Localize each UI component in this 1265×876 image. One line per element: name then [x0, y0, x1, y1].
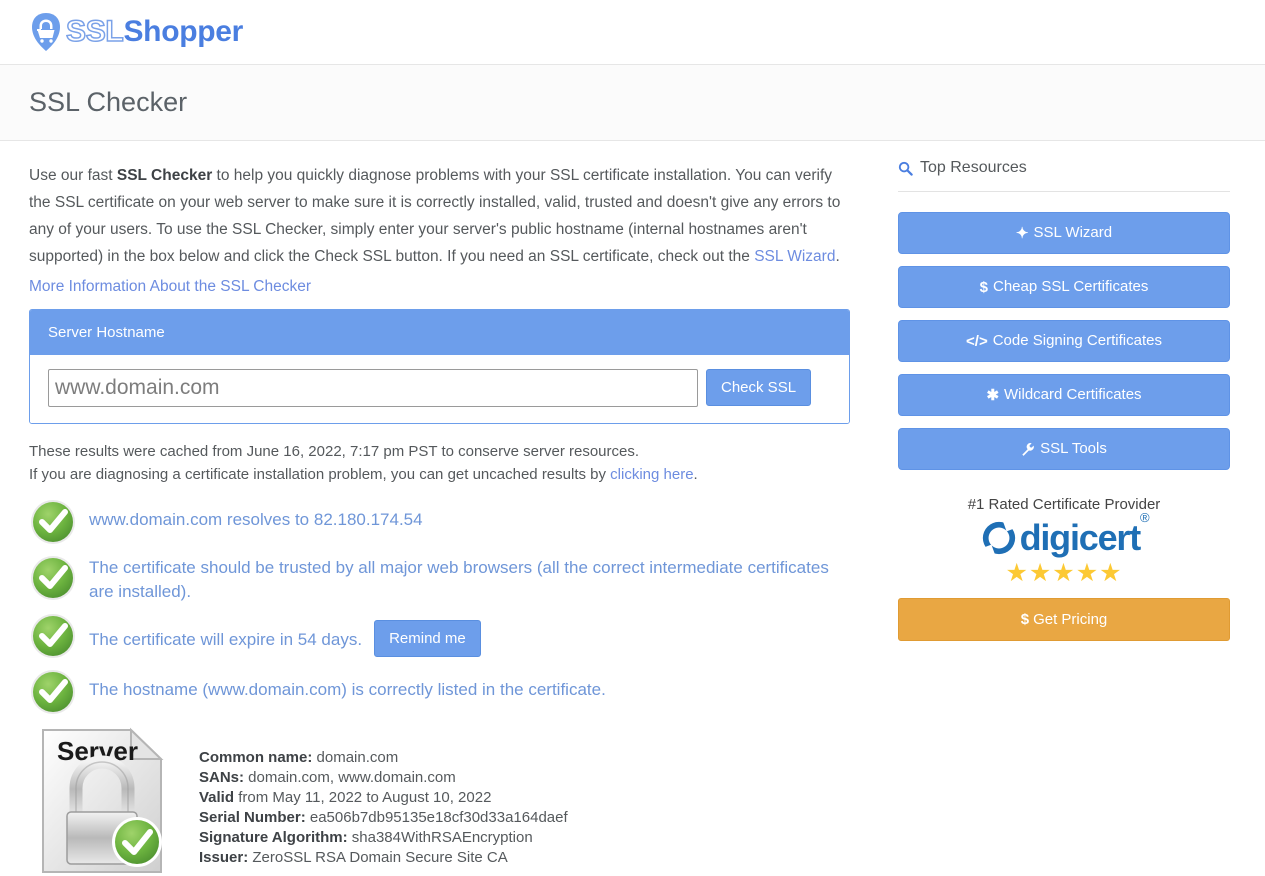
intro-part1: Use our fast	[29, 167, 117, 184]
logo-text-ssl: SSL	[65, 15, 124, 48]
cert-label: Common name:	[199, 749, 313, 766]
digicert-logo-icon	[982, 520, 1015, 556]
sidebar-button-label: SSL Tools	[1040, 440, 1107, 457]
cert-value: ZeroSSL RSA Domain Secure Site CA	[248, 849, 508, 866]
check-ssl-button[interactable]: Check SSL	[706, 369, 812, 406]
result-row: www.domain.com resolves to 82.180.174.54	[29, 498, 850, 546]
result-row: The certificate should be trusted by all…	[29, 554, 850, 604]
shield-cart-icon	[32, 13, 60, 51]
digicert-brand-text: digicert	[1019, 517, 1142, 558]
cert-label: SANs:	[199, 769, 245, 786]
cache-notice-line1: These results were cached from June 16, …	[29, 443, 640, 460]
dollar-icon: $	[979, 279, 988, 296]
sidebar-button-label: Wildcard Certificates	[1004, 386, 1142, 403]
cache-notice-line2: If you are diagnosing a certificate inst…	[29, 463, 850, 486]
sidebar-button-code-signing-certificates[interactable]: </> Code Signing Certificates	[898, 320, 1230, 362]
code-icon: </>	[966, 333, 988, 350]
site-logo[interactable]: SSLShopper	[29, 12, 243, 52]
server-hostname-input[interactable]	[48, 369, 698, 407]
hostname-panel-title: Server Hostname	[30, 310, 849, 355]
star-rating: ★★★★★	[1005, 559, 1123, 587]
page-title: SSL Checker	[29, 87, 188, 117]
promo-block: #1 Rated Certificate Provider digicert® …	[898, 496, 1230, 641]
cache-notice-prefix: If you are diagnosing a certificate inst…	[29, 466, 611, 483]
cert-label: Signature Algorithm:	[199, 829, 348, 846]
sidebar-button-wildcard-certificates[interactable]: ✱ Wildcard Certificates	[898, 374, 1230, 416]
get-pricing-label: Get Pricing	[1033, 611, 1108, 628]
sidebar-heading-label: Top Resources	[920, 159, 1027, 176]
logo-text-shopper: Shopper	[123, 15, 244, 48]
cert-detail-row: SANs: domain.com, www.domain.com	[199, 768, 568, 788]
sidebar: Top Resources ✦ SSL Wizard $ Cheap SSL Cer…	[880, 141, 1265, 876]
digicert-logo: digicert®	[898, 511, 1230, 558]
sidebar-heading: Top Resources	[898, 159, 1230, 192]
magic-wand-icon: ✦	[1015, 225, 1029, 242]
green-check-icon	[31, 500, 75, 544]
cert-value: sha384WithRSAEncryption	[347, 829, 533, 846]
site-header: SSLShopper	[0, 0, 1265, 65]
cert-value: from May 11, 2022 to August 10, 2022	[234, 789, 492, 806]
promo-title: #1 Rated Certificate Provider	[967, 496, 1161, 513]
certificate-details: Common name: domain.com SANs: domain.com…	[199, 726, 568, 868]
green-check-icon	[31, 556, 75, 600]
cert-value: domain.com, www.domain.com	[244, 769, 456, 786]
dollar-icon: $	[1020, 611, 1030, 628]
hostname-panel-body: Check SSL	[30, 355, 849, 423]
sidebar-button-ssl-tools[interactable]: SSL Tools	[898, 428, 1230, 470]
intro-bold-ssl-checker: SSL Checker	[116, 167, 213, 184]
cert-label: Valid	[199, 789, 235, 806]
intro-part3: .	[835, 248, 840, 265]
digicert-wordmark: digicert®	[1019, 511, 1150, 558]
sidebar-button-label: Cheap SSL Certificates	[992, 278, 1149, 295]
ssl-wizard-link[interactable]: SSL Wizard	[754, 248, 835, 265]
registered-mark: ®	[1140, 510, 1150, 526]
result-row: The hostname (www.domain.com) is correct…	[29, 668, 850, 716]
cache-notice-suffix: .	[693, 466, 698, 483]
asterisk-icon: ✱	[986, 387, 1000, 404]
page-body: Use our fast SSL Checker to help you qui…	[0, 141, 1265, 876]
result-text: The hostname (www.domain.com) is correct…	[89, 680, 606, 699]
remind-me-button[interactable]: Remind me	[374, 620, 481, 657]
cert-detail-row: Common name: domain.com	[199, 748, 568, 768]
search-icon	[898, 161, 913, 176]
get-pricing-button[interactable]: $ Get Pricing	[898, 598, 1230, 641]
sidebar-button-ssl-wizard[interactable]: ✦ SSL Wizard	[898, 212, 1230, 254]
result-text-with-action: The certificate will expire in 54 days. R…	[89, 612, 481, 659]
page-title-band: SSL Checker	[0, 65, 1265, 141]
hostname-panel: Server Hostname Check SSL	[29, 309, 850, 424]
cert-label: Issuer:	[199, 849, 249, 866]
cert-label: Serial Number:	[199, 809, 306, 826]
wrench-icon	[1021, 441, 1035, 458]
cache-notice: These results were cached from June 16, …	[29, 440, 850, 486]
intro-paragraph: Use our fast SSL Checker to help you qui…	[29, 162, 850, 270]
result-text: The certificate should be trusted by all…	[89, 558, 829, 601]
cert-detail-row: Serial Number: ea506b7db95135e18cf30d33a…	[199, 808, 568, 828]
sidebar-button-cheap-ssl-certificates[interactable]: $ Cheap SSL Certificates	[898, 266, 1230, 308]
cert-detail-row: Issuer: ZeroSSL RSA Domain Secure Site C…	[199, 848, 568, 868]
result-text: The certificate will expire in 54 days.	[89, 629, 363, 649]
green-check-icon	[31, 614, 75, 658]
cert-value: domain.com	[312, 749, 399, 766]
sidebar-button-label: Code Signing Certificates	[992, 332, 1162, 349]
result-row: The certificate will expire in 54 days. R…	[29, 612, 850, 660]
green-check-icon	[31, 670, 75, 714]
cert-detail-row: Signature Algorithm: sha384WithRSAEncryp…	[199, 828, 568, 848]
cert-value: ea506b7db95135e18cf30d33a164daef	[305, 809, 568, 826]
cert-detail-row: Valid from May 11, 2022 to August 10, 20…	[199, 788, 568, 808]
server-certificate-lock-icon: Server	[42, 727, 164, 873]
result-text: www.domain.com resolves to 82.180.174.54	[89, 510, 423, 529]
more-information-link[interactable]: More Information About the SSL Checker	[29, 278, 311, 296]
clicking-here-link[interactable]: clicking here	[610, 466, 693, 483]
sidebar-button-label: SSL Wizard	[1033, 224, 1113, 241]
certificate-summary: Server Common name: domain.com SANs: dom…	[29, 726, 850, 876]
main-content: Use our fast SSL Checker to help you qui…	[0, 141, 880, 876]
